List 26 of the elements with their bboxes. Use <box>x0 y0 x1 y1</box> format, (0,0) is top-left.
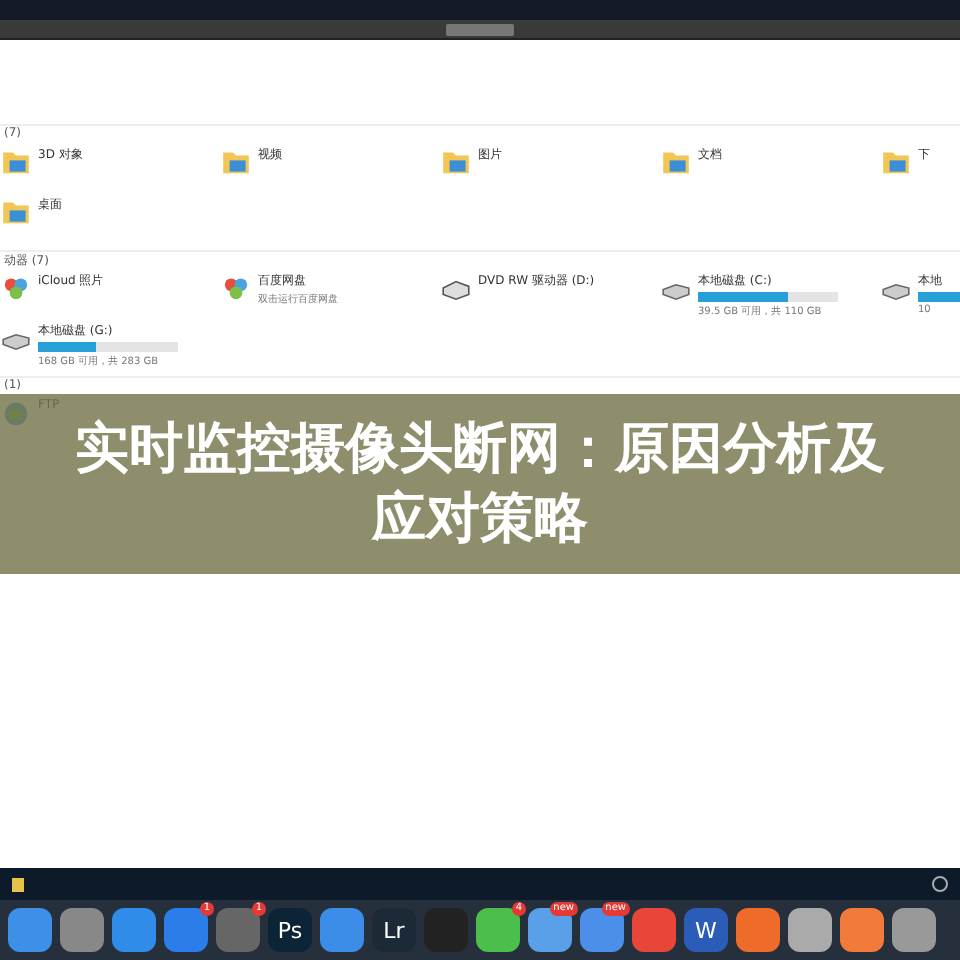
app-icon <box>220 272 252 304</box>
window-handle[interactable] <box>446 23 514 35</box>
app-icon[interactable]: Ps <box>268 908 312 952</box>
app-icon[interactable]: Lr <box>372 908 416 952</box>
folder-icon <box>0 146 32 178</box>
explorer-icon[interactable] <box>12 877 24 891</box>
app-icon <box>0 272 32 304</box>
banner-title: 实时监控摄像头断网：原因分析及应对策略 <box>73 415 887 554</box>
folder-icon <box>440 146 472 178</box>
usage-bar <box>698 292 838 302</box>
app-icon[interactable] <box>632 908 676 952</box>
folder-icon <box>0 196 32 228</box>
app-icon[interactable] <box>8 908 52 952</box>
app-icon[interactable] <box>892 908 936 952</box>
app-icon[interactable] <box>112 908 156 952</box>
app-icon[interactable]: W <box>684 908 728 952</box>
app-icon[interactable] <box>60 908 104 952</box>
usage-bar <box>38 342 178 352</box>
tray-icon[interactable] <box>932 876 948 892</box>
folder-icon <box>660 146 692 178</box>
app-icon[interactable] <box>320 908 364 952</box>
app-icon[interactable] <box>788 908 832 952</box>
folder-icon <box>880 146 912 178</box>
folder-icon <box>220 146 252 178</box>
app-icon[interactable] <box>840 908 884 952</box>
app-icon[interactable] <box>736 908 780 952</box>
